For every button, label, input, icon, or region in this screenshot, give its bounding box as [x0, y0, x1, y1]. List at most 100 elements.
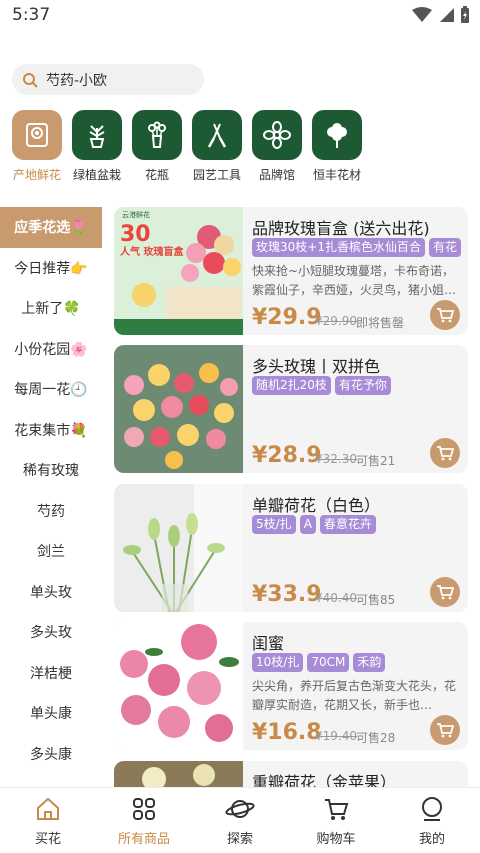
tab-label: 购物车: [316, 832, 356, 847]
product-tag: 玫瑰30枝+1扎香槟色水仙百合: [252, 238, 425, 257]
category-item-brand[interactable]: 品牌馆: [245, 110, 309, 183]
search-icon: [23, 72, 38, 88]
category-item-vase[interactable]: 花瓶: [125, 110, 189, 183]
category-label: 品牌馆: [258, 168, 295, 182]
signal-icon: [440, 8, 454, 22]
tab-label: 所有商品: [117, 832, 170, 847]
product-tag: A: [299, 515, 316, 534]
product-tag: 随机2扎20枝: [252, 376, 331, 395]
category-row: 产地鲜花 绿植盆栽 花瓶 园艺工具 品牌馆 恒丰花材: [0, 110, 480, 190]
category-item-garden-tools[interactable]: 园艺工具: [185, 110, 249, 183]
battery-icon: [461, 6, 469, 23]
tab-profile[interactable]: 我的: [384, 796, 480, 847]
product-stock-status: 可售28: [356, 731, 396, 745]
product-tag: 10枝/扎: [252, 653, 304, 672]
product-tag: 禾韵: [353, 653, 386, 672]
product-price: ¥28.9: [252, 443, 322, 468]
potted-plant-icon: [89, 125, 105, 148]
sidebar-item-small-garden[interactable]: 小份花园🌸: [0, 329, 102, 370]
sidebar-item-peony[interactable]: 芍药: [0, 491, 102, 532]
thumb-brand: 云港鲜花: [122, 210, 150, 219]
sidebar-item-single-carnation[interactable]: 单头康: [0, 693, 102, 734]
sidebar-item-today[interactable]: 今日推荐👉: [0, 248, 102, 289]
product-card[interactable]: 云港鲜花 30 人气 玫瑰盲盒 品牌玫瑰盲盒 (送六出花) 玫瑰30枝+1扎香槟…: [114, 207, 468, 335]
product-image: [114, 761, 243, 787]
garden-scissors-icon: [207, 123, 227, 148]
sidebar-item-new[interactable]: 上新了🍀: [0, 288, 102, 329]
tab-label: 探索: [226, 832, 253, 847]
sidebar-item-weekly[interactable]: 每周一花🕘: [0, 369, 102, 410]
cart-icon: [437, 723, 454, 738]
tab-buy-flowers[interactable]: 买花: [0, 796, 96, 847]
sidebar-item-gladiolus[interactable]: 剑兰: [0, 531, 102, 572]
thumb-sub: 人气 玫瑰盲盒: [120, 245, 184, 258]
tab-explore[interactable]: 探索: [192, 796, 288, 847]
product-original-price: ¥40.40: [315, 591, 357, 605]
product-image: [114, 345, 243, 473]
product-tag: 春意花卉: [319, 515, 376, 534]
product-card[interactable]: 重瓣荷花（金苹果）: [114, 761, 468, 787]
sidebar-item-bouquet[interactable]: 花束集市💐: [0, 410, 102, 451]
product-price: ¥16.8: [252, 720, 322, 745]
add-to-cart-button[interactable]: [430, 577, 460, 607]
sidebar-item-seasonal[interactable]: 应季花选🌷: [0, 207, 102, 248]
wifi-icon: [412, 7, 432, 22]
cotton-icon: [327, 123, 347, 148]
cart-icon: [437, 308, 454, 323]
category-label: 绿植盆栽: [72, 168, 121, 182]
search-input[interactable]: 芍药-小欧: [46, 70, 107, 90]
sidebar-item-spray-rose[interactable]: 多头玫: [0, 612, 102, 653]
product-card[interactable]: 闺蜜 10枝/扎 70CM 禾韵 尖尖角，养开后复古色渐变大花头，花瓣厚实耐造，…: [114, 622, 468, 750]
sidebar-item-single-rose[interactable]: 单头玫: [0, 572, 102, 613]
camera-frame-icon: [26, 123, 48, 147]
product-tag: 有花予你: [334, 376, 391, 395]
cart-icon: [437, 446, 454, 461]
product-list: 云港鲜花 30 人气 玫瑰盲盒 品牌玫瑰盲盒 (送六出花) 玫瑰30枝+1扎香槟…: [114, 207, 468, 787]
tab-all-products[interactable]: 所有商品: [96, 796, 192, 847]
sidebar: 应季花选🌷 今日推荐👉 上新了🍀 小份花园🌸 每周一花🕘 花束集市💐 稀有玫瑰 …: [0, 207, 102, 787]
add-to-cart-button[interactable]: [430, 438, 460, 468]
category-label: 恒丰花材: [312, 168, 361, 182]
cart-icon: [437, 585, 454, 600]
flower-icon: [263, 121, 291, 149]
sidebar-item-rare-rose[interactable]: 稀有玫瑰: [0, 450, 102, 491]
tab-label: 买花: [34, 832, 61, 847]
tab-label: 我的: [418, 832, 445, 847]
vase-icon: [148, 121, 166, 148]
product-original-price: ¥32.30: [315, 452, 357, 466]
product-original-price: ¥19.40: [315, 729, 357, 743]
product-price: ¥29.9: [252, 305, 322, 330]
search-bar[interactable]: 芍药-小欧: [12, 64, 204, 95]
product-card[interactable]: 多头玫瑰丨双拼色 随机2扎20枝 有花予你 ¥28.9 ¥32.30 可售21: [114, 345, 468, 473]
category-label: 花瓶: [144, 168, 169, 182]
thumb-headline: 30: [120, 222, 151, 247]
product-card[interactable]: 单瓣荷花（白色） 5枝/扎 A 春意花卉 ¥33.9 ¥40.40 可售85: [114, 484, 468, 612]
product-original-price: ¥29.90: [315, 314, 357, 328]
tab-cart[interactable]: 购物车: [288, 796, 384, 847]
category-label: 产地鲜花: [12, 168, 61, 182]
product-image: [114, 622, 243, 750]
product-description: 快来抢~小短腿玫瑰蔓塔，卡布奇诺，紫霞仙子，辛西娅，火灵鸟，猪小姐…: [252, 264, 457, 297]
product-stock-status: 可售85: [356, 593, 396, 607]
product-title: 闺蜜: [252, 634, 285, 653]
product-title: 重瓣荷花（金苹果）: [252, 773, 397, 787]
cart-icon: [325, 799, 349, 820]
bottom-tab-bar: 买花 所有商品 探索 购物车 我的: [0, 787, 480, 853]
status-bar: 5:37: [0, 0, 480, 32]
product-description: 尖尖角，养开后复古色渐变大花头，花瓣厚实耐造，花期又长，新手也…: [252, 679, 457, 712]
product-tag: 5枝/扎: [252, 515, 296, 534]
category-item-hengfeng[interactable]: 恒丰花材: [305, 110, 369, 183]
category-item-origin-flowers[interactable]: 产地鲜花: [5, 110, 69, 183]
sidebar-item-lisianthus[interactable]: 洋桔梗: [0, 653, 102, 694]
add-to-cart-button[interactable]: [430, 715, 460, 745]
product-title: 多头玫瑰丨双拼色: [252, 357, 381, 376]
add-to-cart-button[interactable]: [430, 300, 460, 330]
product-tag: 有花: [428, 238, 461, 257]
category-label: 园艺工具: [192, 168, 241, 182]
category-item-plants[interactable]: 绿植盆栽: [65, 110, 129, 183]
product-price: ¥33.9: [252, 582, 322, 607]
product-tag: 70CM: [307, 653, 350, 672]
planet-icon: [225, 800, 255, 818]
sidebar-item-spray-carnation[interactable]: 多头康: [0, 734, 102, 775]
status-time: 5:37: [12, 5, 51, 25]
